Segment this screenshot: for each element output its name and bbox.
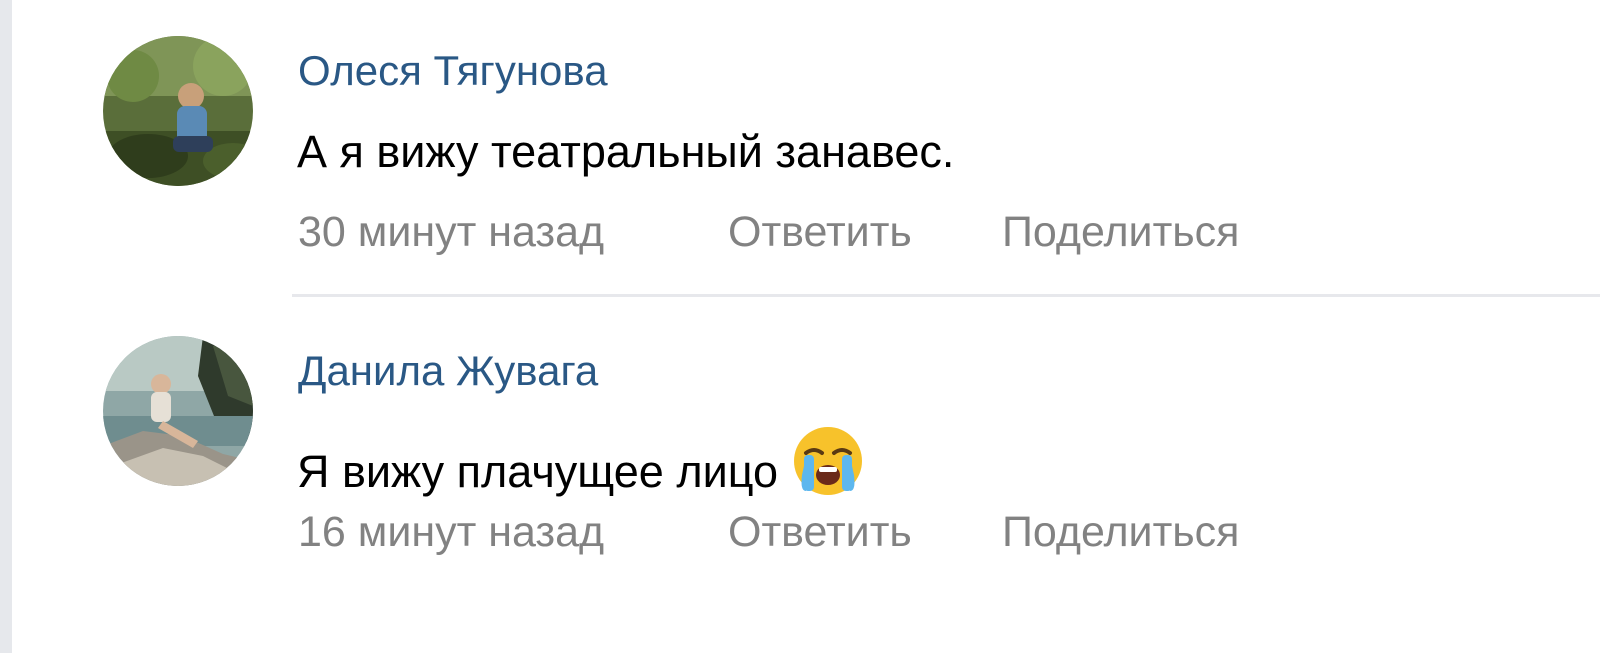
comment-text-line: Я вижу плачущее лицо bbox=[297, 425, 864, 499]
avatar-photo bbox=[103, 336, 253, 486]
comment-meta: 30 минут назад Ответить Поделиться bbox=[298, 206, 1239, 258]
avatar[interactable] bbox=[103, 36, 253, 186]
comment-author[interactable]: Олеся Тягунова bbox=[298, 46, 608, 96]
comment-text: А я вижу театральный занавес. bbox=[297, 126, 955, 177]
comments-panel: Олеся Тягунова А я вижу театральный зана… bbox=[12, 0, 1600, 653]
comment-divider bbox=[292, 294, 1600, 297]
reply-link[interactable]: Ответить bbox=[728, 506, 912, 558]
reply-link[interactable]: Ответить bbox=[728, 206, 912, 258]
share-link[interactable]: Поделиться bbox=[1002, 506, 1239, 558]
comment-timestamp[interactable]: 16 минут назад bbox=[298, 508, 604, 556]
avatar[interactable] bbox=[103, 336, 253, 486]
comment-meta: 16 минут назад Ответить Поделиться bbox=[298, 506, 1239, 558]
comment-text: Я вижу плачущее лицо bbox=[297, 446, 779, 497]
loudly-crying-face-icon bbox=[792, 425, 864, 497]
comment-timestamp[interactable]: 30 минут назад bbox=[298, 208, 604, 256]
avatar-photo bbox=[103, 36, 253, 186]
share-link[interactable]: Поделиться bbox=[1002, 206, 1239, 258]
comment-author[interactable]: Данила Жувага bbox=[298, 346, 598, 396]
